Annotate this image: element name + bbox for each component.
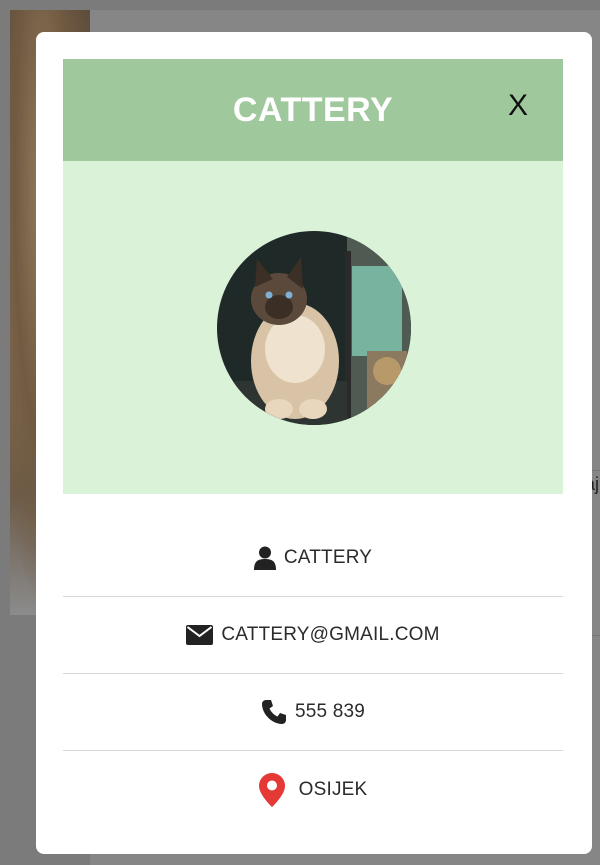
photo-area	[63, 161, 563, 494]
profile-email: CATTERY@GMAIL.COM	[221, 624, 440, 645]
modal-title: CATTERY	[232, 90, 394, 129]
profile-location: OSIJEK	[298, 778, 368, 800]
info-row-location: OSIJEK	[63, 751, 563, 828]
contact-info-list: CATTERY CATTERY@GMAIL.COM 555 839 OSIJEK	[63, 520, 563, 828]
info-row-phone: 555 839	[63, 674, 563, 751]
info-row-name: CATTERY	[63, 520, 563, 597]
profile-phone: 555 839	[294, 701, 366, 722]
user-icon	[253, 546, 276, 570]
close-button[interactable]: X	[508, 91, 528, 121]
profile-modal: CATTERY X CATTERY CATTERY@GMAIL.COM 555 …	[36, 32, 592, 854]
cat-avatar	[217, 231, 411, 425]
info-row-email: CATTERY@GMAIL.COM	[63, 597, 563, 674]
profile-name: CATTERY	[283, 547, 373, 568]
modal-header: CATTERY X	[63, 59, 563, 161]
phone-icon	[261, 699, 287, 725]
cat-photo-icon	[217, 231, 411, 425]
location-pin-icon	[258, 772, 285, 807]
envelope-icon	[186, 625, 214, 645]
